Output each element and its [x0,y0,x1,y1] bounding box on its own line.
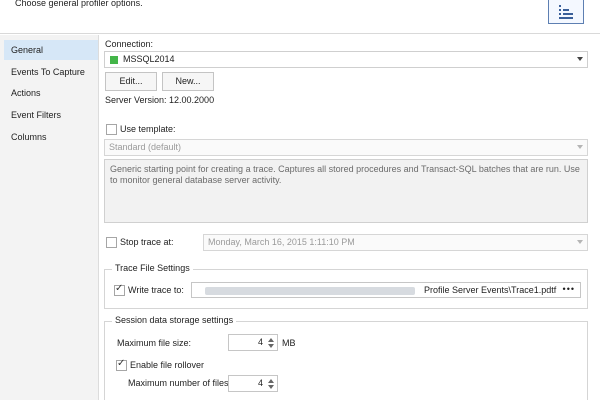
connection-label: Connection: [105,39,154,49]
chevron-down-icon [577,240,583,244]
stepper-up-icon[interactable] [268,379,274,383]
stop-trace-label: Stop trace at: [120,237,174,247]
write-trace-label: Write trace to: [128,285,184,295]
template-description: Generic starting point for creating a tr… [104,159,588,223]
profiler-options-icon [548,0,584,24]
trace-path-input[interactable]: Profile Server Events\Trace1.pdtf ••• [191,282,581,298]
trace-path-text: Profile Server Events\Trace1.pdtf [424,285,557,295]
connection-dropdown[interactable]: MSSQL2014 [104,51,588,68]
redacted-path [205,287,415,295]
server-version: Server Version: 12.00.2000 [105,95,215,105]
stop-trace-checkbox[interactable] [106,237,117,248]
connection-value: MSSQL2014 [123,54,175,64]
header-subtitle: Choose general profiler options. [15,0,143,8]
max-files-stepper[interactable]: 4 [228,375,278,392]
session-storage-title: Session data storage settings [112,315,237,325]
connection-status-icon [110,56,118,64]
sidebar: General Events To Capture Actions Event … [0,35,99,400]
stepper-down-icon[interactable] [268,344,274,348]
max-file-size-unit: MB [282,338,296,348]
write-trace-checkbox[interactable]: ✓ [114,283,125,296]
max-files-value: 4 [257,378,263,388]
enable-rollover-checkbox[interactable]: ✓ [116,358,127,371]
stepper-up-icon[interactable] [268,338,274,342]
trace-file-settings-title: Trace File Settings [112,263,193,273]
sidebar-item-events-to-capture[interactable]: Events To Capture [4,62,98,82]
enable-rollover-label: Enable file rollover [130,360,205,370]
sidebar-item-event-filters[interactable]: Event Filters [4,105,98,125]
sidebar-item-general[interactable]: General [4,40,98,60]
max-files-label: Maximum number of files: [128,378,232,388]
max-file-size-value: 4 [257,337,263,347]
max-file-size-stepper[interactable]: 4 [228,334,278,351]
template-dropdown[interactable]: Standard (default) [104,139,588,156]
browse-button[interactable]: ••• [563,284,575,294]
chevron-down-icon [577,57,583,61]
use-template-label: Use template: [120,124,176,134]
template-value: Standard (default) [109,142,182,152]
chevron-down-icon [577,145,583,149]
checkmark-icon: ✓ [115,283,124,294]
use-template-checkbox[interactable] [106,124,117,135]
stop-trace-datetime[interactable]: Monday, March 16, 2015 1:11:10 PM [203,234,588,251]
stepper-down-icon[interactable] [268,385,274,389]
stop-trace-value: Monday, March 16, 2015 1:11:10 PM [208,237,355,247]
checkmark-icon: ✓ [117,358,126,369]
sidebar-item-columns[interactable]: Columns [4,127,98,147]
edit-connection-button[interactable]: Edit... [105,72,157,91]
sidebar-item-actions[interactable]: Actions [4,83,98,103]
max-file-size-label: Maximum file size: [117,338,192,348]
new-connection-button[interactable]: New... [162,72,214,91]
dialog-header: Choose general profiler options. [0,0,600,34]
